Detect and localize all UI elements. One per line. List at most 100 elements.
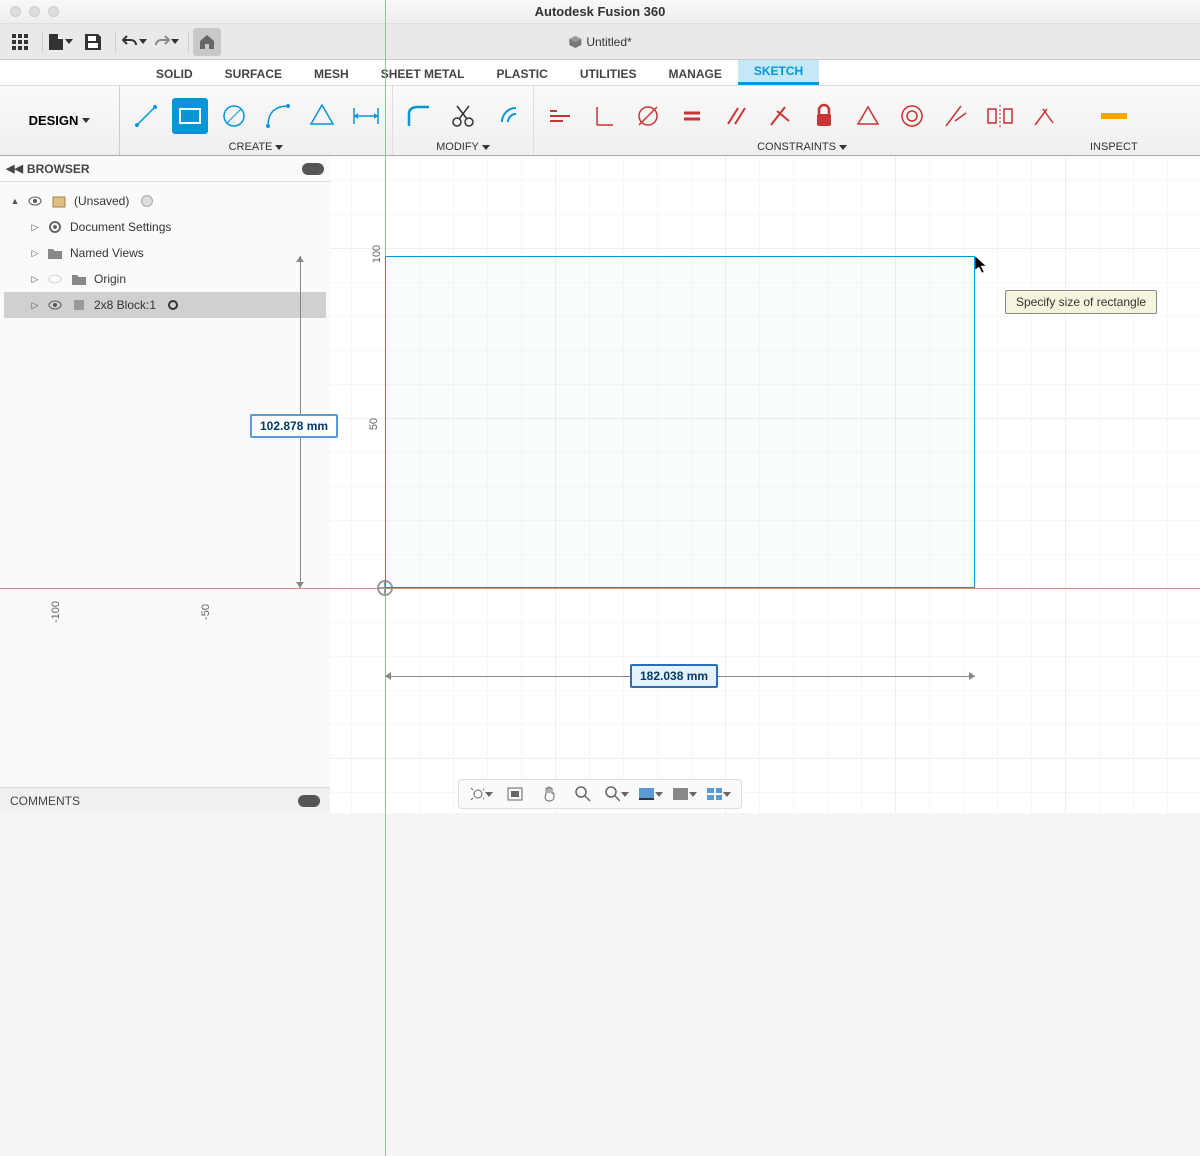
look-at-tool[interactable]	[503, 784, 527, 804]
fillet-tool[interactable]	[401, 98, 437, 134]
perpendicular-constraint[interactable]	[762, 98, 798, 134]
parallel-constraint[interactable]	[718, 98, 754, 134]
tree-document-settings[interactable]: ▷ Document Settings	[4, 214, 326, 240]
eye-icon[interactable]	[46, 300, 64, 310]
ribbon-group-inspect: INSPECT	[1070, 86, 1146, 155]
equal-constraint[interactable]	[674, 98, 710, 134]
horizontal-constraint[interactable]	[542, 98, 578, 134]
tab-plastic[interactable]: PLASTIC	[480, 63, 563, 85]
dimension-tool[interactable]	[348, 98, 384, 134]
tab-sketch[interactable]: SKETCH	[738, 60, 819, 85]
x-tick-neg50: -50	[200, 604, 212, 620]
chevron-down-icon	[171, 39, 179, 44]
expand-icon[interactable]: ▷	[30, 248, 40, 259]
dimension-vertical-input[interactable]: 102.878 mm	[250, 414, 338, 438]
maximize-window-icon[interactable]	[48, 6, 59, 17]
ribbon-toolbar: DESIGN CREATE MODIFY	[0, 86, 1200, 156]
tree-root[interactable]: ▲ (Unsaved)	[4, 188, 326, 214]
offset-tool[interactable]	[489, 98, 525, 134]
settings-pill-icon[interactable]	[302, 163, 324, 175]
midpoint-constraint[interactable]	[850, 98, 886, 134]
cursor-icon	[975, 256, 989, 274]
zoom-tool[interactable]	[571, 784, 595, 804]
grid-icon	[12, 34, 28, 50]
polygon-tool[interactable]	[304, 98, 340, 134]
data-panel-button[interactable]	[6, 28, 34, 56]
orbit-tool[interactable]	[469, 784, 493, 804]
tree-origin[interactable]: ▷ Origin	[4, 266, 326, 292]
comments-panel-header[interactable]: COMMENTS	[0, 787, 330, 813]
zoom-window-tool[interactable]	[605, 784, 629, 804]
tree-body-block[interactable]: ▷ 2x8 Block:1	[4, 292, 326, 318]
coincident-constraint[interactable]	[630, 98, 666, 134]
fix-constraint[interactable]	[806, 98, 842, 134]
tree-named-views[interactable]: ▷ Named Views	[4, 240, 326, 266]
tab-manage[interactable]: MANAGE	[652, 63, 737, 85]
tab-utilities[interactable]: UTILITIES	[564, 63, 653, 85]
save-icon	[85, 34, 101, 50]
circle-tool[interactable]	[216, 98, 252, 134]
browser-header[interactable]: ◀◀ BROWSER	[0, 156, 330, 182]
redo-button[interactable]	[152, 28, 180, 56]
chevron-down-icon	[275, 145, 283, 150]
sketch-rectangle[interactable]	[385, 256, 975, 588]
display-settings[interactable]	[639, 784, 663, 804]
file-icon	[49, 34, 63, 50]
app-title: Autodesk Fusion 360	[535, 4, 666, 19]
tab-mesh[interactable]: MESH	[298, 63, 365, 85]
chevron-down-icon	[482, 145, 490, 150]
expand-icon[interactable]: ▷	[30, 300, 40, 311]
window-titlebar: Autodesk Fusion 360	[0, 0, 1200, 24]
arc-tool[interactable]	[260, 98, 296, 134]
expand-icon[interactable]: ▷	[30, 274, 40, 285]
expand-icon[interactable]: ▲	[10, 196, 20, 206]
vertical-constraint[interactable]	[586, 98, 622, 134]
component-icon	[50, 194, 68, 208]
expand-icon[interactable]: ▷	[30, 222, 40, 233]
tangent-constraint[interactable]	[938, 98, 974, 134]
workspace-tabs: SOLID SURFACE MESH SHEET METAL PLASTIC U…	[0, 60, 1200, 86]
minimize-window-icon[interactable]	[29, 6, 40, 17]
undo-button[interactable]	[120, 28, 148, 56]
settings-pill-icon[interactable]	[298, 795, 320, 807]
file-button[interactable]	[47, 28, 75, 56]
radio-active-icon[interactable]	[168, 300, 178, 310]
line-tool[interactable]	[128, 98, 164, 134]
arrow-down-icon	[296, 582, 304, 588]
chevron-down-icon	[82, 118, 90, 123]
document-tab[interactable]: Untitled*	[568, 35, 631, 49]
ribbon-group-create: CREATE	[120, 86, 393, 155]
chevron-down-icon	[839, 145, 847, 150]
gear-icon	[46, 220, 64, 234]
close-window-icon[interactable]	[10, 6, 21, 17]
grid-settings[interactable]	[673, 784, 697, 804]
inspect-tool[interactable]	[1096, 98, 1132, 134]
arrow-right-icon	[969, 672, 975, 680]
arrow-up-icon	[296, 256, 304, 262]
workspace-selector[interactable]: DESIGN	[0, 86, 120, 155]
home-button[interactable]	[193, 28, 221, 56]
dimension-horizontal-input[interactable]: 182.038 mm	[630, 664, 718, 688]
eye-hidden-icon[interactable]	[46, 274, 64, 284]
trim-tool[interactable]	[445, 98, 481, 134]
chevron-down-icon	[139, 39, 147, 44]
collapse-icon: ◀◀	[6, 162, 23, 175]
sketch-canvas[interactable]: 100 50 -50 -100 102.878 mm 182.038 mm Sp…	[330, 156, 1200, 813]
save-button[interactable]	[79, 28, 107, 56]
rectangle-tool[interactable]	[172, 98, 208, 134]
ribbon-group-constraints: CONSTRAINTS	[534, 86, 1070, 155]
ribbon-group-modify: MODIFY	[393, 86, 534, 155]
status-dot-icon	[141, 195, 153, 207]
symmetry-constraint[interactable]	[982, 98, 1018, 134]
concentric-constraint[interactable]	[894, 98, 930, 134]
y-tick-100: 100	[371, 245, 383, 263]
viewport-settings[interactable]	[707, 784, 731, 804]
eye-icon[interactable]	[26, 196, 44, 206]
tab-solid[interactable]: SOLID	[140, 63, 209, 85]
curvature-constraint[interactable]	[1026, 98, 1062, 134]
y-tick-50: 50	[368, 418, 380, 430]
quick-access-toolbar: Untitled*	[0, 24, 1200, 60]
tab-surface[interactable]: SURFACE	[209, 63, 298, 85]
pan-tool[interactable]	[537, 784, 561, 804]
tab-sheet-metal[interactable]: SHEET METAL	[365, 63, 481, 85]
